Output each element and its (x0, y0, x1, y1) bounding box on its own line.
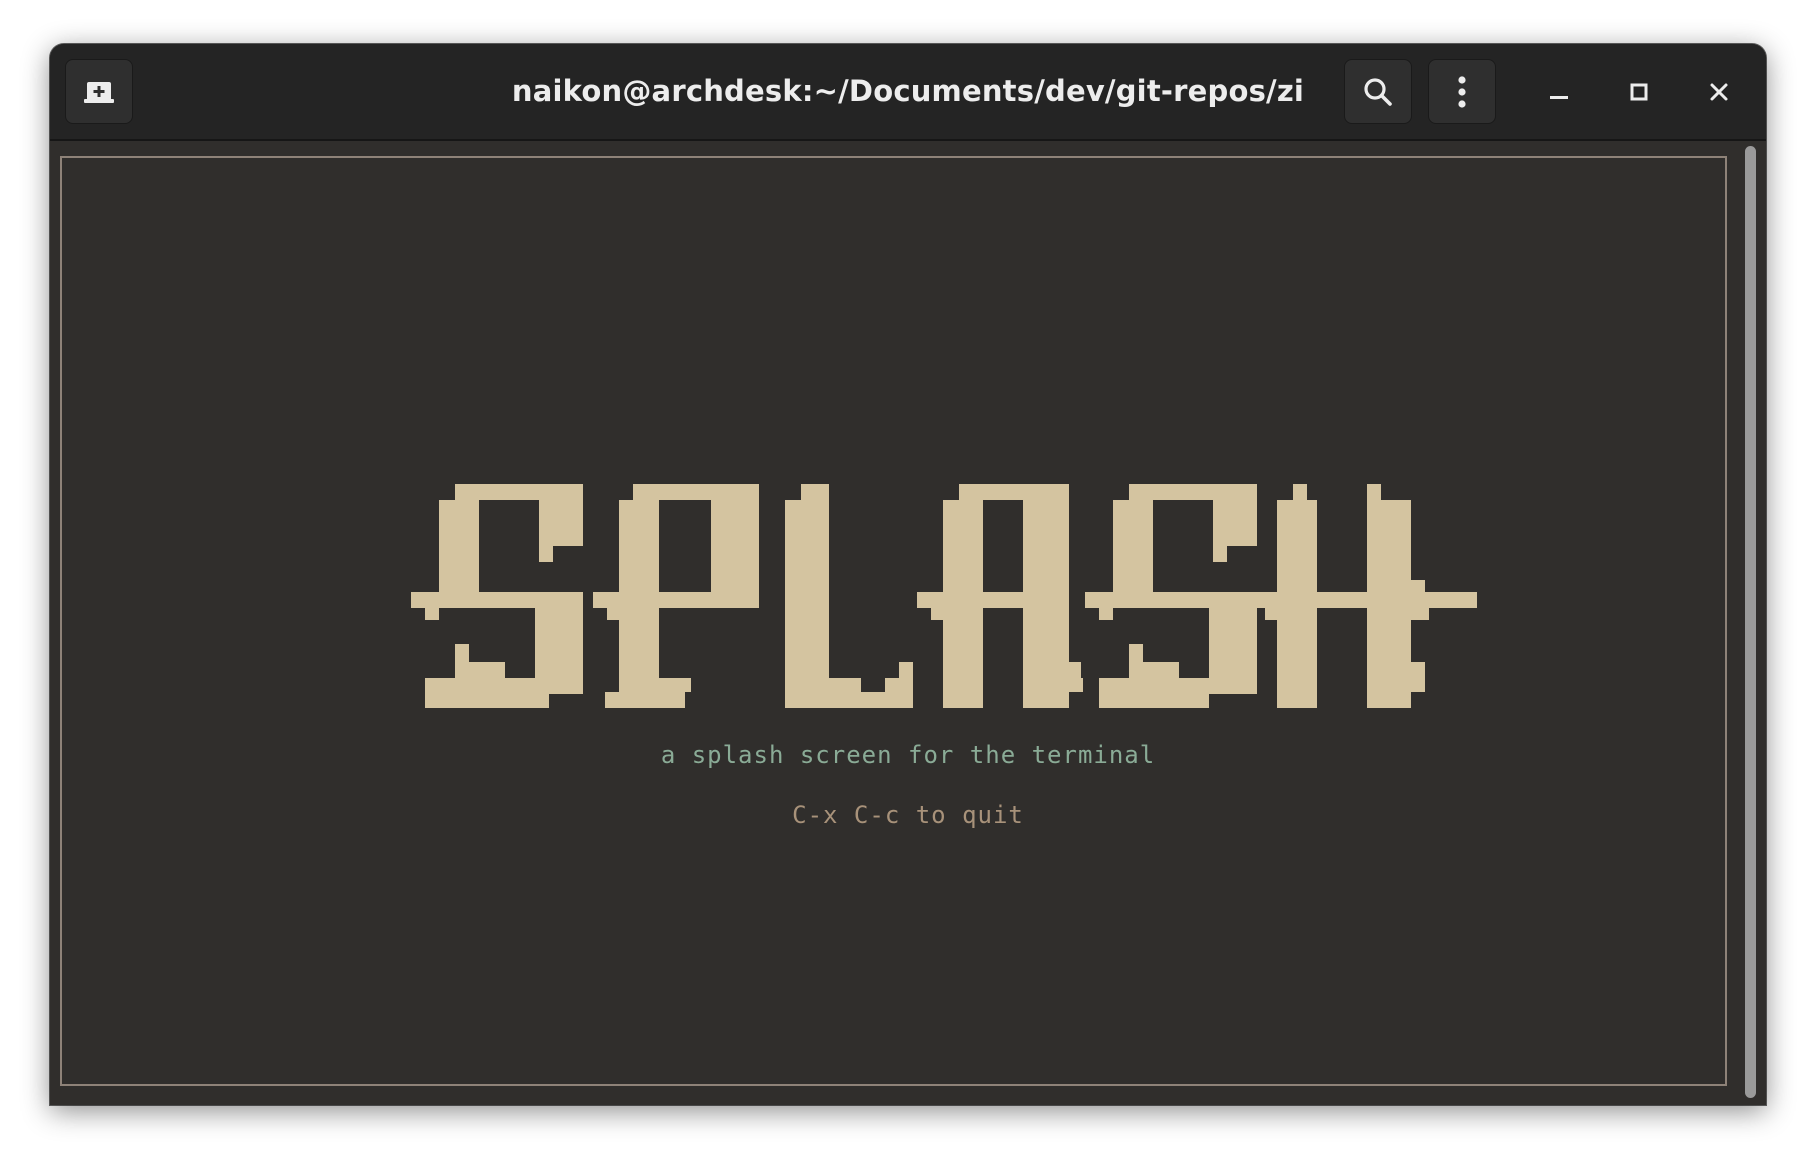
menu-button[interactable] (1428, 59, 1496, 124)
quit-hint: C-x C-c to quit (792, 801, 1024, 829)
terminal-view[interactable]: a splash screen for the terminal C-x C-c… (50, 141, 1766, 1105)
minimize-icon (1550, 96, 1568, 99)
minimize-button[interactable] (1536, 69, 1582, 115)
search-button[interactable] (1344, 59, 1412, 124)
window-title: naikon@archdesk:~/Documents/dev/git-repo… (511, 74, 1305, 108)
maximize-button[interactable] (1616, 69, 1662, 115)
header-bar: naikon@archdesk:~/Documents/dev/git-repo… (50, 44, 1766, 141)
maximize-icon (1630, 83, 1648, 101)
scrollbar[interactable] (1742, 146, 1758, 1098)
terminal-window: naikon@archdesk:~/Documents/dev/git-repo… (50, 44, 1766, 1105)
new-tab-icon (84, 81, 114, 103)
splash-logo (411, 484, 1477, 708)
search-icon (1364, 77, 1392, 106)
scrollbar-thumb[interactable] (1745, 146, 1756, 1098)
close-button[interactable] (1696, 69, 1742, 115)
new-tab-button[interactable] (65, 59, 133, 124)
splash-subtitle: a splash screen for the terminal (660, 741, 1156, 769)
close-icon (1710, 83, 1728, 101)
kebab-menu-icon (1458, 75, 1466, 108)
